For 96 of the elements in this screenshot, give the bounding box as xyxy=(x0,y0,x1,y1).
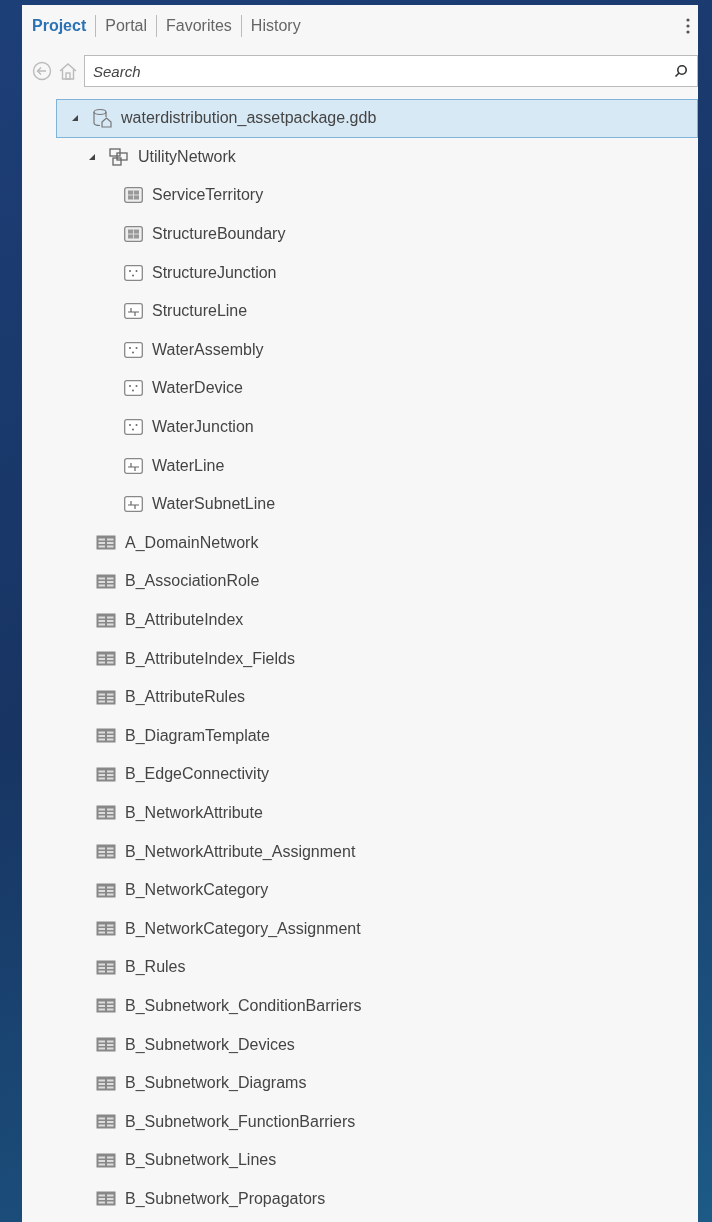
table-icon xyxy=(96,998,116,1014)
tree-item[interactable]: WaterJunction xyxy=(22,407,698,447)
tab[interactable]: Portal xyxy=(105,17,148,35)
tree-item[interactable]: B_Subnetwork_Lines xyxy=(22,1141,698,1180)
item-label: StructureBoundary xyxy=(152,225,286,244)
item-label: B_NetworkCategory_Assignment xyxy=(125,919,361,938)
item-label: WaterLine xyxy=(152,456,225,475)
item-label: B_NetworkAttribute_Assignment xyxy=(125,842,356,861)
search-field[interactable]: Search xyxy=(84,55,698,87)
point-layer-icon xyxy=(124,341,143,358)
tree-item[interactable]: B_AttributeIndex_Fields xyxy=(22,639,698,678)
item-label: B_Rules xyxy=(125,958,186,977)
table-icon xyxy=(96,689,116,705)
table-icon xyxy=(96,844,116,860)
item-label: B_AttributeIndex_Fields xyxy=(125,649,295,668)
table-icon xyxy=(96,1114,116,1130)
table-icon xyxy=(96,573,116,589)
item-label: B_EdgeConnectivity xyxy=(125,765,270,784)
item-label: B_Subnetwork_FunctionBarriers xyxy=(125,1112,356,1131)
table-icon xyxy=(96,766,116,782)
search-icon xyxy=(674,64,688,78)
tree-item[interactable]: WaterLine xyxy=(22,446,698,485)
item-label: B_AssociationRole xyxy=(125,572,260,591)
item-label: B_Subnetwork_Propagators xyxy=(125,1189,326,1208)
item-label: B_Subnetwork_Devices xyxy=(125,1035,295,1054)
network-icon xyxy=(109,147,129,166)
item-label: B_NetworkAttribute xyxy=(125,804,263,822)
item-label: B_Subnetwork_Lines xyxy=(125,1151,277,1170)
item-label: B_Subnetwork_Diagrams xyxy=(125,1074,307,1093)
item-label: UtilityNetwork xyxy=(138,147,236,166)
table-icon xyxy=(96,882,116,898)
tree-item[interactable]: A_DomainNetwork xyxy=(22,523,698,563)
tree-item[interactable]: StructureJunction xyxy=(22,253,698,292)
table-icon xyxy=(96,535,116,551)
tree-item[interactable]: B_NetworkAttribute xyxy=(22,793,698,833)
tree-item[interactable]: StructureLine xyxy=(22,291,698,331)
table-icon xyxy=(96,921,116,937)
tree-item[interactable]: B_NetworkCategory xyxy=(22,870,698,910)
tab[interactable]: Favorites xyxy=(166,17,232,35)
tree-item[interactable]: WaterAssembly xyxy=(22,330,698,370)
more-icon[interactable] xyxy=(686,18,690,34)
tree-item[interactable]: B_Subnetwork_FunctionBarriers xyxy=(22,1102,698,1142)
tree-item[interactable]: ServiceTerritory xyxy=(22,176,698,215)
line-layer-icon xyxy=(124,457,143,474)
tree-item[interactable]: waterdistribution_assetpackage.gdb xyxy=(56,99,698,138)
item-label: waterdistribution_assetpackage.gdb xyxy=(121,109,377,128)
tree-item[interactable]: B_AttributeRules xyxy=(22,677,698,717)
table-icon xyxy=(96,1191,116,1207)
table-icon xyxy=(96,805,116,821)
polygon-layer-icon xyxy=(124,187,143,204)
item-label: B_Subnetwork_ConditionBarriers xyxy=(125,996,362,1015)
table-icon xyxy=(96,1075,116,1091)
tree-item[interactable]: B_Subnetwork_Propagators xyxy=(22,1179,698,1219)
item-label: B_NetworkCategory xyxy=(125,881,269,900)
tree-item[interactable]: B_Subnetwork_Devices xyxy=(22,1025,698,1064)
expander-icon[interactable] xyxy=(88,152,96,161)
tree-item[interactable]: B_NetworkAttribute_Assignment xyxy=(22,832,698,871)
item-label: B_DiagramTemplate xyxy=(125,726,270,745)
tree-item[interactable]: B_AssociationRole xyxy=(22,562,698,601)
table-icon xyxy=(96,651,116,667)
item-label: WaterJunction xyxy=(152,418,254,437)
item-label: ServiceTerritory xyxy=(152,186,264,205)
point-layer-icon xyxy=(124,419,143,436)
database-icon xyxy=(92,108,112,129)
point-layer-icon xyxy=(124,264,143,281)
item-label: StructureJunction xyxy=(152,263,277,282)
tree-item[interactable]: B_Subnetwork_ConditionBarriers xyxy=(22,986,698,1026)
table-icon xyxy=(96,612,116,628)
expander-icon[interactable] xyxy=(71,114,79,123)
table-icon xyxy=(96,1152,116,1168)
tab[interactable]: History xyxy=(250,17,301,35)
item-label: A_DomainNetwork xyxy=(125,533,259,552)
tree-item[interactable]: WaterSubnetLine xyxy=(22,484,698,524)
point-layer-icon xyxy=(124,380,143,397)
item-label: WaterDevice xyxy=(152,379,243,398)
tree-item[interactable]: WaterDevice xyxy=(22,369,698,408)
item-label: B_AttributeRules xyxy=(125,688,246,707)
item-label: StructureLine xyxy=(152,302,248,321)
line-layer-icon xyxy=(124,303,143,320)
item-label: B_AttributeIndex xyxy=(125,611,244,629)
tree-item[interactable]: B_DiagramTemplate xyxy=(22,716,698,756)
table-icon xyxy=(96,959,116,975)
tree-item[interactable]: UtilityNetwork xyxy=(22,137,698,177)
tree-item[interactable]: B_EdgeConnectivity xyxy=(22,755,698,794)
table-icon xyxy=(96,728,116,744)
item-label: WaterSubnetLine xyxy=(152,495,276,514)
line-layer-icon xyxy=(124,496,143,513)
tree-item[interactable]: B_Subnetwork_Diagrams xyxy=(22,1063,698,1103)
polygon-layer-icon xyxy=(124,226,143,243)
tab[interactable]: Project xyxy=(32,17,87,35)
tree-item[interactable]: StructureBoundary xyxy=(22,214,698,254)
table-icon xyxy=(96,1037,116,1053)
tree-item[interactable]: B_NetworkCategory_Assignment xyxy=(22,909,698,949)
item-label: WaterAssembly xyxy=(152,340,264,359)
tree-item[interactable]: B_Rules xyxy=(22,948,698,987)
tree-item[interactable]: B_AttributeIndex xyxy=(22,600,698,640)
